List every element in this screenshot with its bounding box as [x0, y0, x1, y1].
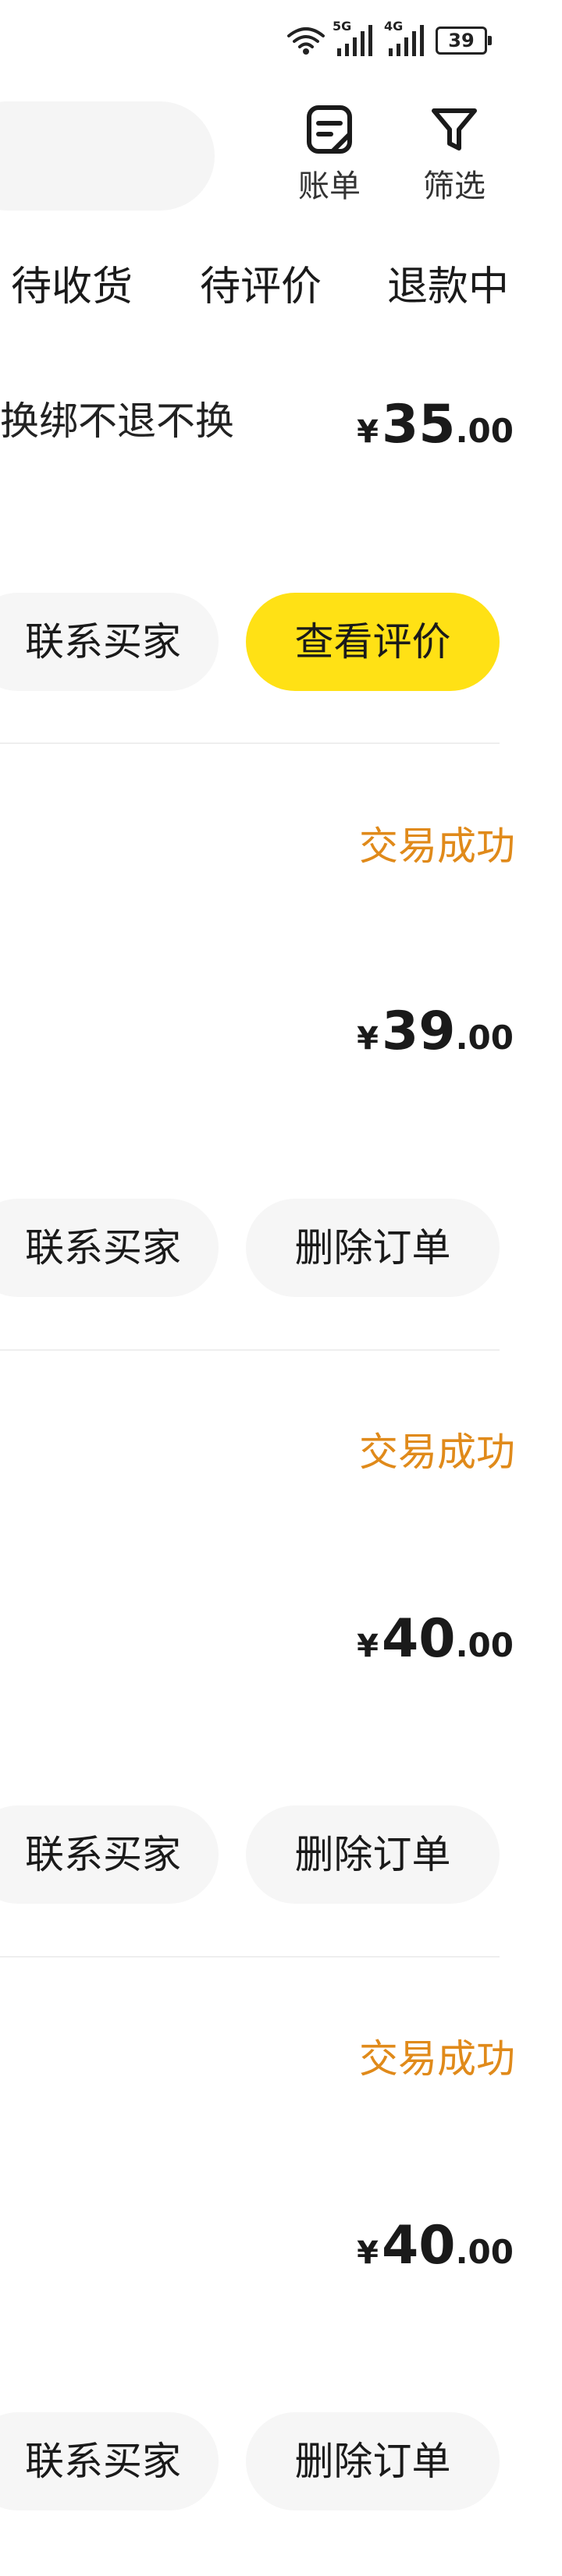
order-price: ¥ 40 .00	[357, 1608, 514, 1670]
filter-icon	[432, 108, 477, 151]
contact-buyer-button[interactable]: 联系买家	[0, 1805, 219, 1904]
price-integer: 40	[381, 1608, 456, 1670]
signal-5g: 5G	[333, 20, 378, 56]
divider	[0, 742, 500, 744]
price-currency: ¥	[357, 1628, 379, 1664]
price-decimal: .00	[455, 1626, 514, 1664]
order-status: 交易成功	[359, 1430, 515, 1475]
order-status: 交易成功	[359, 824, 515, 869]
bill-button[interactable]: 账单	[283, 101, 376, 218]
tab-to-receive[interactable]: 待收货	[11, 257, 133, 317]
price-currency: ¥	[357, 1021, 379, 1057]
bill-label: 账单	[298, 168, 361, 204]
price-decimal: .00	[455, 412, 514, 450]
filter-label: 筛选	[423, 168, 486, 204]
price-decimal: .00	[455, 2233, 514, 2271]
delete-order-button[interactable]: 删除订单	[246, 1805, 500, 1904]
price-integer: 35	[381, 394, 456, 455]
divider	[0, 1349, 500, 1351]
price-decimal: .00	[455, 1019, 514, 1057]
network-type-label: 4G	[384, 19, 404, 34]
tab-refunding[interactable]: 退款中	[387, 257, 509, 317]
delete-order-button[interactable]: 删除订单	[246, 1199, 500, 1297]
tab-to-review[interactable]: 待评价	[200, 257, 322, 317]
network-type-label: 5G	[333, 19, 352, 34]
divider	[0, 1956, 500, 1958]
order-price: ¥ 39 .00	[357, 1001, 514, 1062]
delete-order-button[interactable]: 删除订单	[246, 2412, 500, 2510]
status-bar: 5G 4G 39	[286, 20, 492, 58]
bill-icon	[307, 105, 352, 154]
contact-buyer-button[interactable]: 联系买家	[0, 593, 219, 691]
signal-4g: 4G	[384, 20, 429, 56]
view-review-button[interactable]: 查看评价	[246, 593, 500, 691]
order-price: ¥ 40 .00	[357, 2215, 514, 2277]
contact-buyer-button[interactable]: 联系买家	[0, 2412, 219, 2510]
filter-button[interactable]: 筛选	[407, 101, 501, 218]
order-status: 交易成功	[359, 2036, 515, 2082]
battery-icon: 39	[436, 27, 492, 55]
order-title: 换绑不退不换	[0, 399, 234, 444]
price-integer: 39	[381, 1001, 456, 1062]
search-bar[interactable]	[0, 101, 215, 211]
wifi-icon	[286, 25, 326, 56]
order-price: ¥ 35 .00	[357, 394, 514, 455]
battery-level: 39	[448, 30, 475, 51]
orders-page: 5G 4G 39 账单 筛选 待收货 待评价 退款中 换绑不退不换 ¥ 35 .…	[0, 0, 562, 2576]
price-integer: 40	[381, 2215, 456, 2277]
price-currency: ¥	[357, 2235, 379, 2271]
contact-buyer-button[interactable]: 联系买家	[0, 1199, 219, 1297]
price-currency: ¥	[357, 414, 379, 450]
